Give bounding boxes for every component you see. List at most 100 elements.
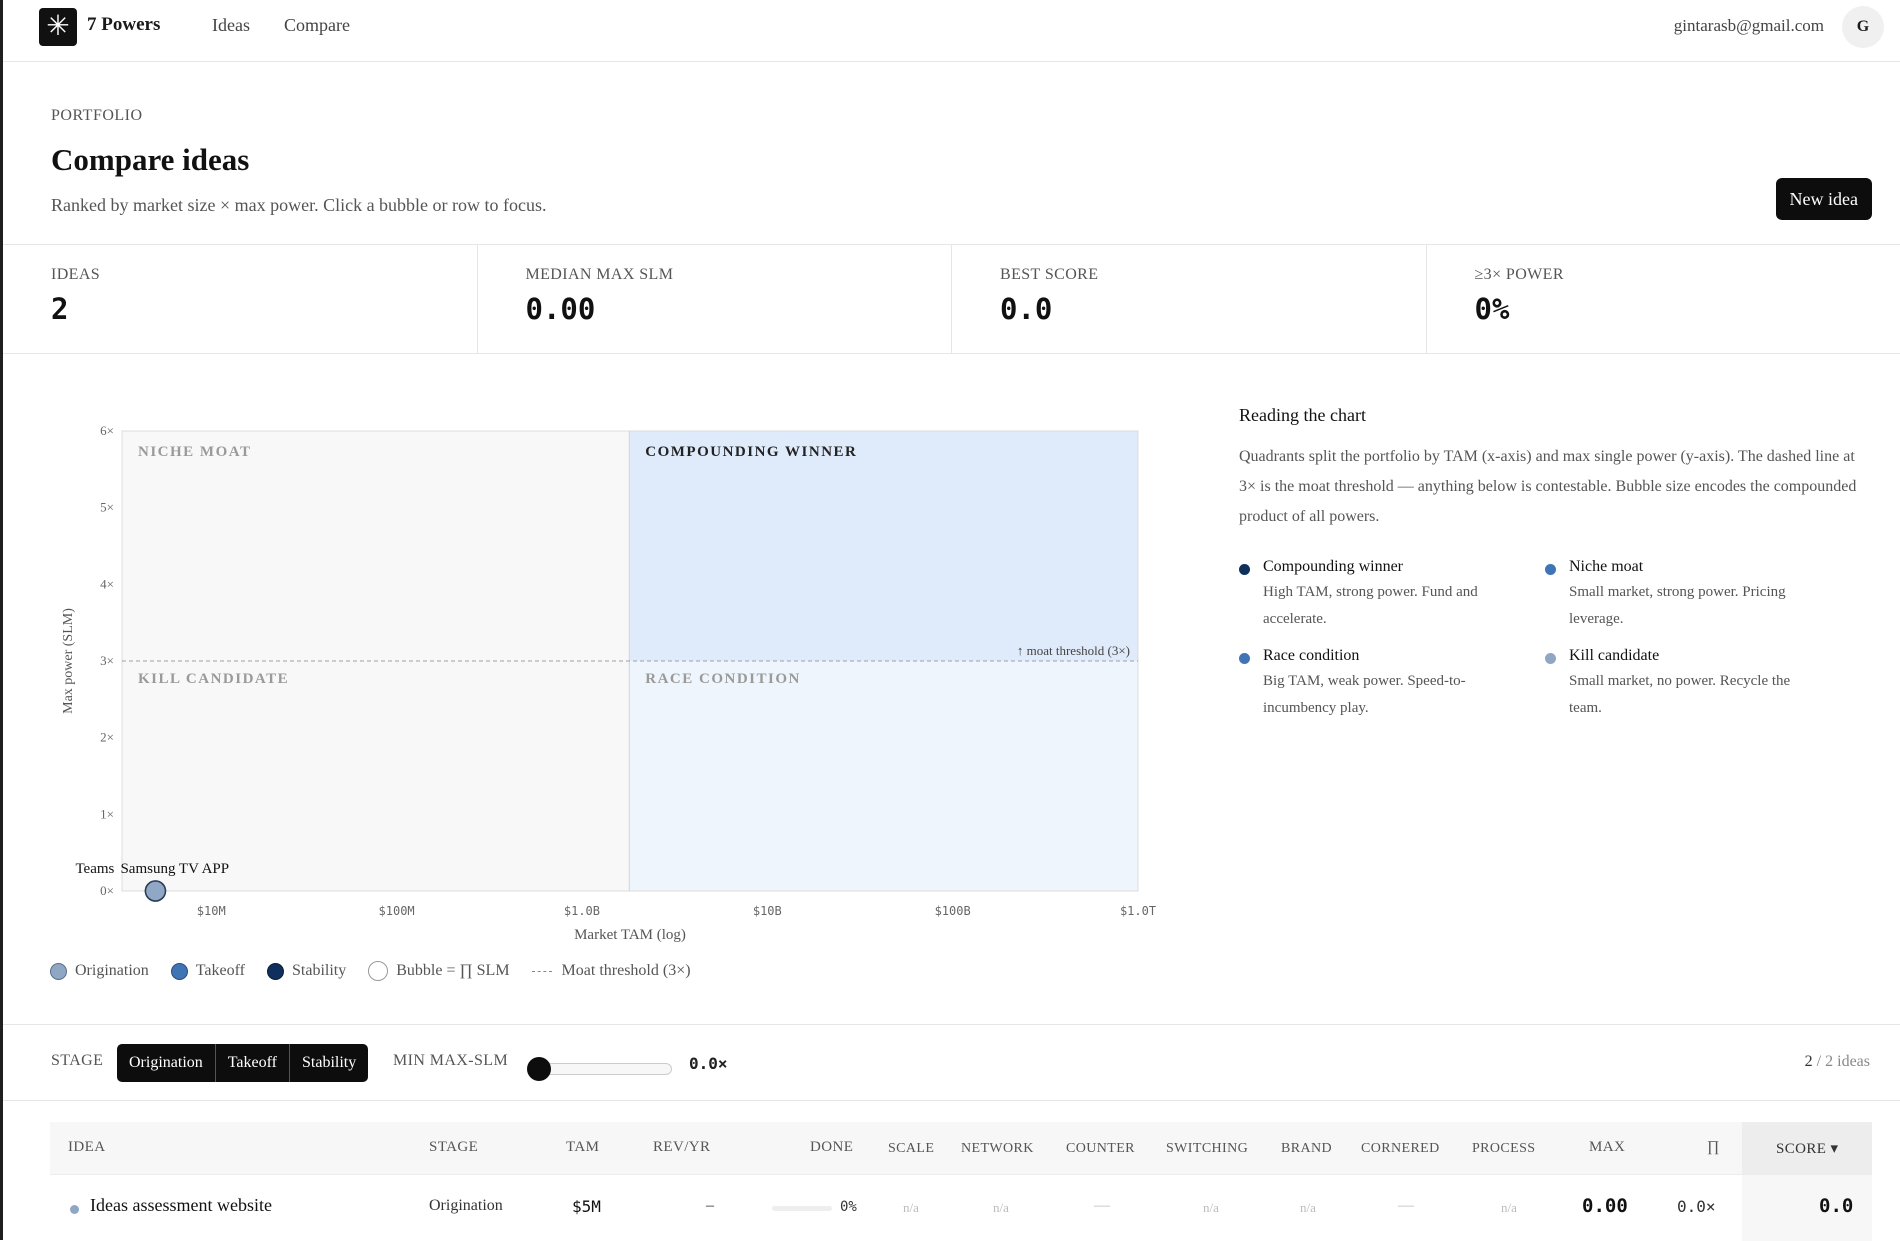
reading-title: Reading the chart <box>1239 405 1864 426</box>
stage-segmented-control: Origination Takeoff Stability <box>117 1044 368 1082</box>
power-brand: n/a <box>1300 1200 1316 1216</box>
col-stage[interactable]: STAGE <box>429 1139 478 1156</box>
quadrant-key-item: Race condition Big TAM, weak power. Spee… <box>1239 647 1545 722</box>
power-scale: n/a <box>903 1200 919 1216</box>
col-switching[interactable]: SWITCHING <box>1166 1141 1248 1157</box>
kpi-value: 2 <box>51 292 477 326</box>
idea-score: 0.0 <box>1819 1195 1853 1217</box>
table-header: IDEA STAGE TAM REV/YR DONE SCALE NETWORK… <box>50 1122 1872 1174</box>
quadrant-label-niche-moat: NICHE MOAT <box>138 444 251 460</box>
data-point[interactable] <box>145 881 165 901</box>
x-axis-label: Market TAM (log) <box>574 927 686 943</box>
y-tick-label: 4× <box>100 576 114 591</box>
quadrant-name: Race condition <box>1263 647 1503 665</box>
avatar[interactable]: G <box>1842 6 1884 48</box>
col-max[interactable]: MAX <box>1589 1139 1625 1156</box>
user-email: gintarasb@gmail.com <box>1674 16 1824 36</box>
kpi-label: ≥3× POWER <box>1475 266 1900 284</box>
kpi-power-share: ≥3× POWER 0% <box>1427 245 1900 353</box>
power-cornered: — <box>1398 1197 1414 1215</box>
quadrant-desc: Big TAM, weak power. Speed-to-incumbency… <box>1263 668 1503 722</box>
data-point-label: Teams <box>75 861 114 877</box>
idea-name[interactable]: Ideas assessment website <box>90 1195 272 1216</box>
min-max-slm-label: MIN MAX-SLM <box>393 1052 508 1070</box>
y-tick-label: 6× <box>100 423 114 438</box>
y-tick-label: 3× <box>100 653 114 668</box>
reading-panel: Reading the chart Quadrants split the po… <box>1239 405 1864 722</box>
idea-revenue: – <box>706 1197 714 1215</box>
origination-dot-icon <box>50 963 67 980</box>
brand-name[interactable]: 7 Powers <box>87 14 160 36</box>
quadrant-label-compounding-winner: COMPOUNDING WINNER <box>645 444 857 460</box>
legend-origination: Origination <box>50 962 149 980</box>
col-product[interactable]: ∏ <box>1707 1139 1720 1156</box>
threshold-label: ↑ moat threshold (3×) <box>1017 643 1130 658</box>
page-subtitle: Ranked by market size × max power. Click… <box>51 195 547 216</box>
asterisk-logo-icon[interactable]: ✳ <box>39 8 77 46</box>
col-scale[interactable]: SCALE <box>888 1141 934 1157</box>
stage-stability-button[interactable]: Stability <box>290 1044 368 1082</box>
kpi-best-score: BEST SCORE 0.0 <box>952 245 1427 353</box>
col-counter[interactable]: COUNTER <box>1066 1141 1135 1157</box>
legend-label: Moat threshold (3×) <box>562 962 691 980</box>
col-rev[interactable]: REV/YR <box>653 1139 710 1156</box>
new-idea-button[interactable]: New idea <box>1776 178 1872 220</box>
legend-label: Bubble = ∏ SLM <box>396 962 509 980</box>
quadrant-name: Kill candidate <box>1569 647 1809 665</box>
col-network[interactable]: NETWORK <box>961 1141 1034 1157</box>
legend-stability: Stability <box>267 962 346 980</box>
stage-dot-icon <box>70 1205 79 1214</box>
kpi-ideas: IDEAS 2 <box>3 245 478 353</box>
kpi-label: BEST SCORE <box>1000 266 1426 284</box>
idea-stage: Origination <box>429 1197 503 1215</box>
quadrant-key: Compounding winner High TAM, strong powe… <box>1239 558 1864 722</box>
kpi-label: IDEAS <box>51 266 477 284</box>
empty-circle-icon <box>368 961 388 981</box>
col-done[interactable]: DONE <box>810 1139 853 1156</box>
y-tick-label: 5× <box>100 500 114 515</box>
col-cornered[interactable]: CORNERED <box>1361 1141 1440 1157</box>
idea-tam: $5M <box>572 1197 601 1216</box>
legend-takeoff: Takeoff <box>171 962 245 980</box>
legend-bubble-size: Bubble = ∏ SLM <box>368 961 509 981</box>
quadrant-key-item: Kill candidate Small market, no power. R… <box>1545 647 1845 722</box>
kpi-value: 0.0 <box>1000 292 1426 326</box>
table-row[interactable]: Ideas assessment website Origination $5M… <box>50 1174 1872 1240</box>
quadrant-desc: High TAM, strong power. Fund and acceler… <box>1263 579 1503 633</box>
kpi-value: 0% <box>1475 292 1900 326</box>
x-tick-label: $100M <box>379 904 415 918</box>
takeoff-dot-icon <box>171 963 188 980</box>
idea-product: 0.0× <box>1677 1197 1716 1216</box>
idea-max: 0.00 <box>1582 1195 1628 1217</box>
page-eyebrow: PORTFOLIO <box>51 107 143 125</box>
col-idea[interactable]: IDEA <box>68 1139 105 1156</box>
quadrant-name: Niche moat <box>1569 558 1809 576</box>
col-process[interactable]: PROCESS <box>1472 1141 1536 1157</box>
x-tick-label: $1.0B <box>564 904 600 918</box>
stability-dot-icon <box>267 963 284 980</box>
quadrant-label-race-condition: RACE CONDITION <box>645 671 801 687</box>
quadrant-key-item: Niche moat Small market, strong power. P… <box>1545 558 1845 633</box>
legend-label: Takeoff <box>196 962 245 980</box>
col-brand[interactable]: BRAND <box>1281 1141 1332 1157</box>
dot-icon <box>1545 653 1556 664</box>
nav-compare[interactable]: Compare <box>284 15 350 36</box>
kpi-value: 0.00 <box>526 292 952 326</box>
quadrant-desc: Small market, no power. Recycle the team… <box>1569 668 1809 722</box>
nav-ideas[interactable]: Ideas <box>212 15 250 36</box>
col-score-sort[interactable]: SCORE ▾ <box>1776 1139 1838 1158</box>
data-point-label: Samsung TV APP <box>120 861 229 877</box>
kpi-median-max-slm: MEDIAN MAX SLM 0.00 <box>478 245 953 353</box>
quadrant-kill-candidate <box>122 661 629 891</box>
stage-takeoff-button[interactable]: Takeoff <box>216 1044 290 1082</box>
chart-legend: Origination Takeoff Stability Bubble = ∏… <box>50 961 713 981</box>
min-max-slm-slider[interactable] <box>537 1063 672 1075</box>
min-max-slm-value: 0.0× <box>689 1054 728 1073</box>
stage-origination-button[interactable]: Origination <box>117 1044 216 1082</box>
legend-threshold: Moat threshold (3×) <box>532 962 691 980</box>
y-axis-label: Max power (SLM) <box>61 608 76 714</box>
slider-thumb[interactable] <box>527 1057 551 1081</box>
col-tam[interactable]: TAM <box>566 1139 599 1156</box>
quadrant-niche-moat <box>122 431 629 661</box>
done-progress-bar <box>772 1206 832 1211</box>
